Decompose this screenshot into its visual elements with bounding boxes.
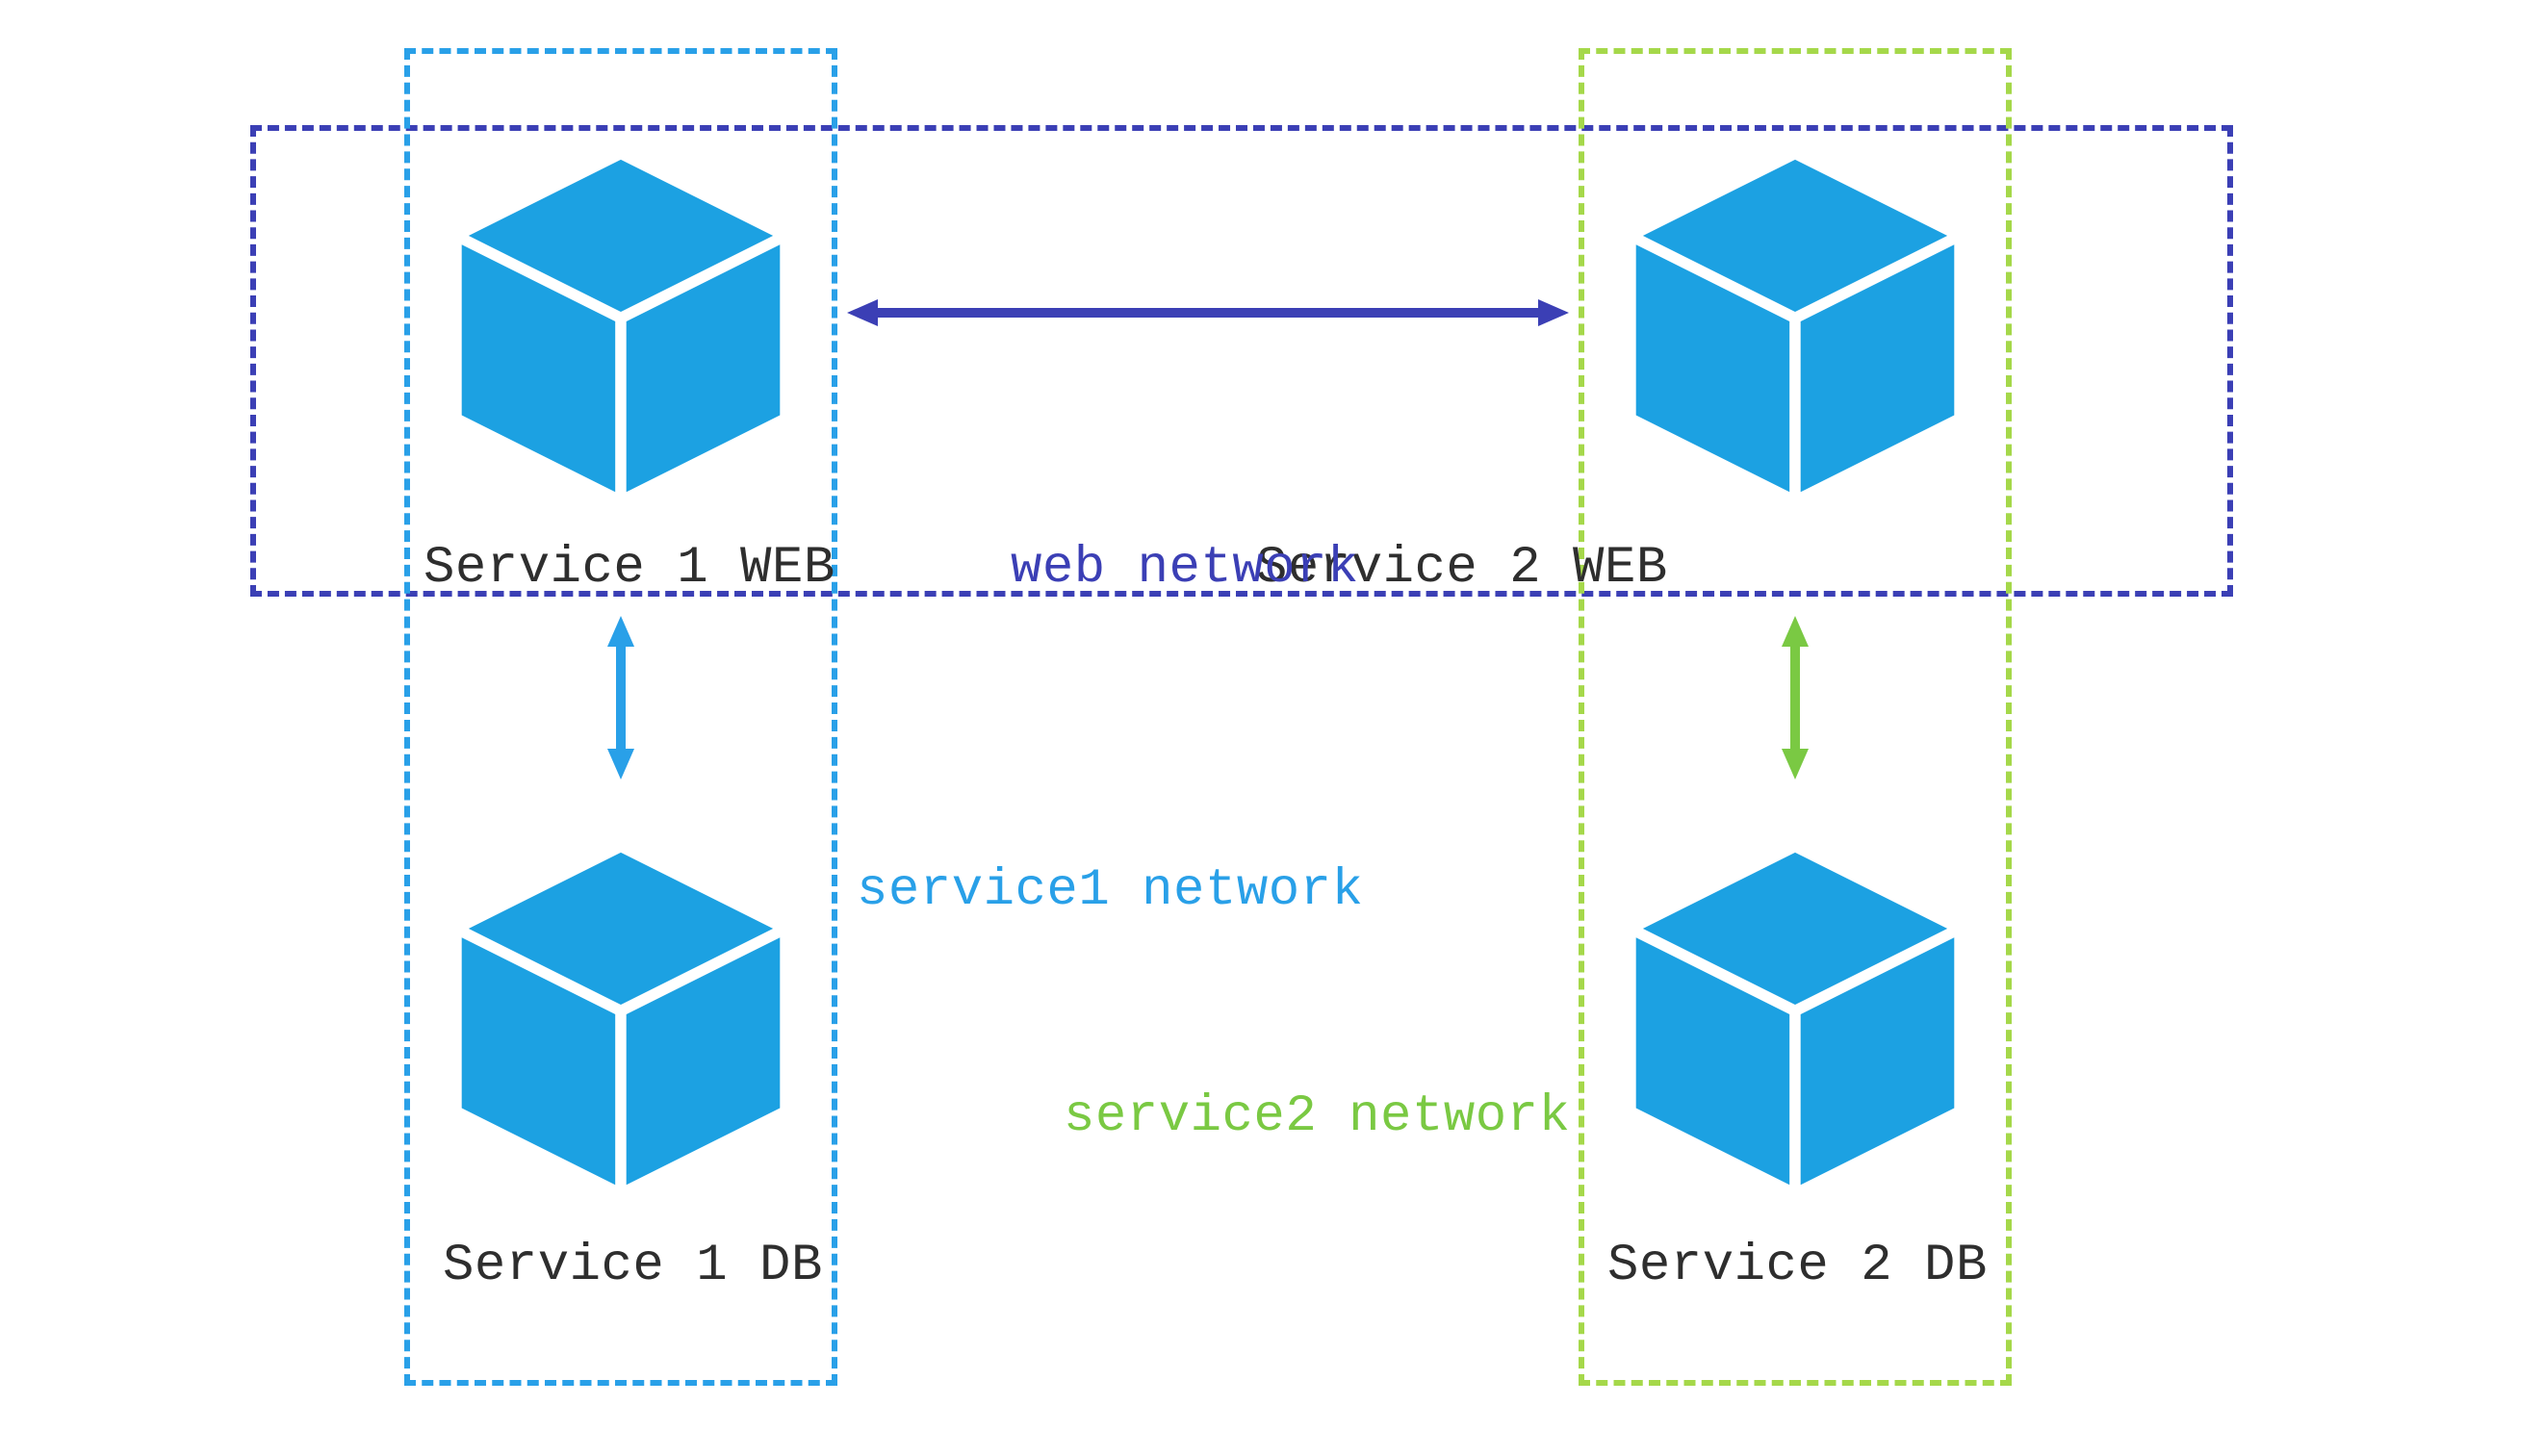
service2-db-cube	[1612, 828, 1978, 1213]
web-network-label: web network	[1011, 539, 1359, 598]
diagram-canvas: Service 1 WEB Service 2 WEB Service 1 DB…	[0, 0, 2543, 1456]
service1-web-label: Service 1 WEB	[424, 539, 835, 598]
web-network-arrow	[847, 294, 1569, 332]
service1-network-label: service1 network	[857, 861, 1363, 920]
service1-web-cube	[438, 135, 804, 520]
service1-db-label: Service 1 DB	[443, 1237, 823, 1295]
service1-db-cube	[438, 828, 804, 1213]
service2-db-label: Service 2 DB	[1607, 1237, 1988, 1295]
service2-vertical-arrow	[1776, 616, 1814, 779]
service1-vertical-arrow	[602, 616, 640, 779]
service2-web-cube	[1612, 135, 1978, 520]
service2-network-label: service2 network	[1064, 1087, 1570, 1146]
